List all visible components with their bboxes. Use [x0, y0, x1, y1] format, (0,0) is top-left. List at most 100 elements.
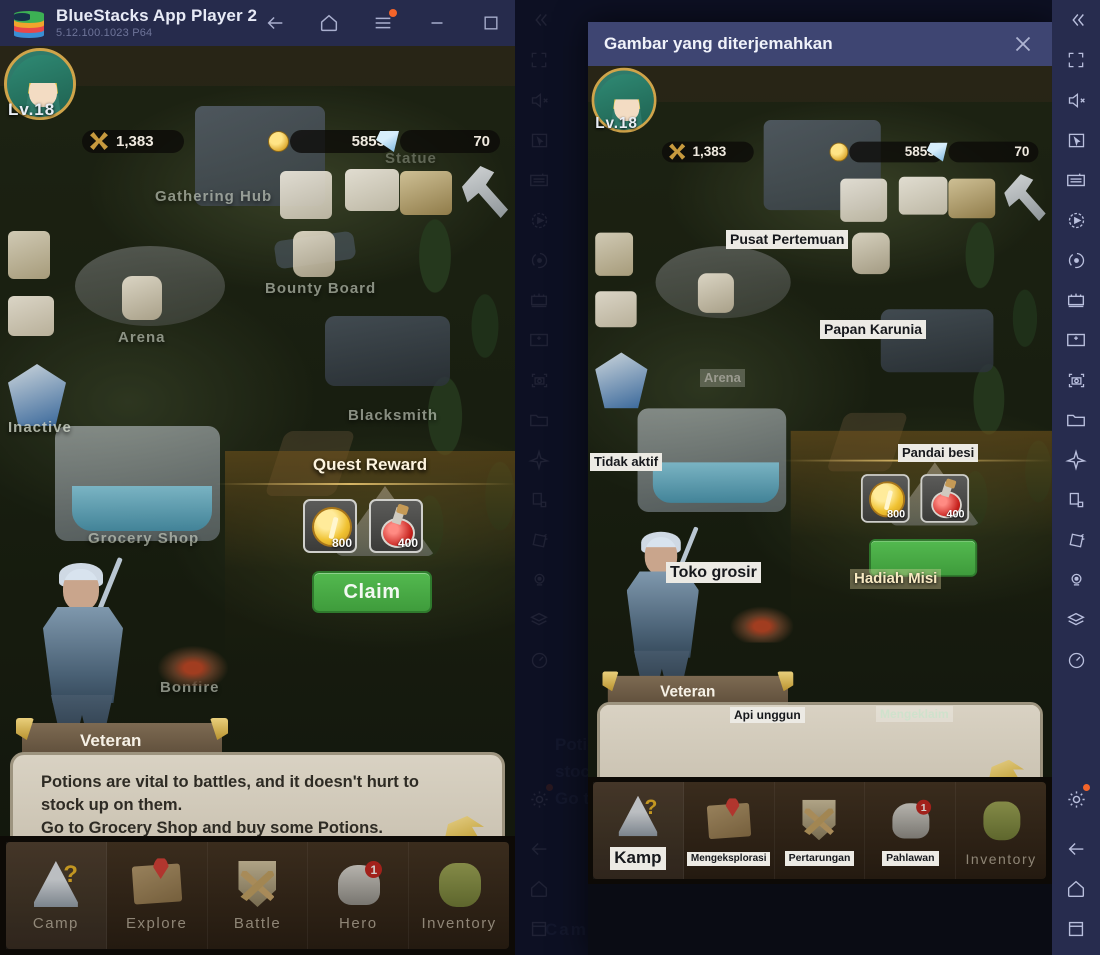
android-recent-apps-icon	[1068, 921, 1084, 937]
nav-hero-label: Hero	[339, 915, 378, 932]
gathering-hub-label[interactable]: Gathering Hub	[155, 188, 272, 205]
gem-value: 70	[473, 133, 490, 150]
bonfire-prop[interactable]	[158, 646, 228, 686]
home-button[interactable]	[316, 10, 342, 36]
nav-battle[interactable]: Battle	[208, 842, 309, 949]
backpack-icon	[431, 859, 487, 909]
media-folder-icon	[1067, 414, 1085, 427]
t-arena-lock-icon	[697, 273, 734, 313]
nav-camp[interactable]: ? Camp	[6, 842, 107, 949]
media-folder-button-right[interactable]	[1052, 400, 1100, 440]
potion-reward[interactable]: 400	[369, 499, 423, 553]
fullscreen-icon	[1068, 52, 1084, 68]
menu-button[interactable]	[370, 9, 397, 36]
minimize-icon	[431, 22, 443, 24]
android-recents-button-right[interactable]	[1052, 909, 1100, 949]
gift-box-icon[interactable]	[8, 296, 54, 336]
fullscreen-button-right[interactable]	[1052, 40, 1100, 80]
blacksmith-building[interactable]	[325, 316, 450, 386]
dialogue-box[interactable]: Potions are vital to battles, and it doe…	[10, 752, 505, 836]
map-pin-icon	[129, 858, 185, 909]
t-nav-battle-label: Pertarungan	[784, 851, 855, 866]
t-player-level: Lv.18	[595, 114, 638, 132]
player-level: Lv.18	[8, 100, 56, 119]
dialogue-next-arrow-icon[interactable]	[444, 816, 484, 836]
t-treasure-chest-icon	[948, 178, 996, 219]
t-gem-value: 70	[1014, 144, 1030, 160]
npc-body	[43, 607, 123, 703]
rotate-screen-button-right[interactable]	[1052, 480, 1100, 520]
game-viewport[interactable]: Lv.18 1,383 5855 70 Statue Gathering Hub…	[0, 46, 515, 836]
t-helmet-icon: 1	[886, 798, 935, 842]
mute-button-right[interactable]	[1052, 80, 1100, 120]
quest-divider	[215, 483, 515, 485]
t-experience-pill: 1,383	[661, 141, 754, 163]
install-apk-button-right[interactable]	[1052, 320, 1100, 360]
t-bonfire-prop	[730, 606, 794, 643]
nav-camp-label: Camp	[32, 915, 79, 932]
t-nav-inventory-label: Inventory	[965, 850, 1037, 867]
macro-button-right[interactable]	[1052, 200, 1100, 240]
camp-help-badge: ?	[63, 861, 78, 888]
shake-button-right[interactable]	[1052, 520, 1100, 560]
treasure-chest-icon[interactable]	[400, 171, 452, 215]
t-blacksmith-building	[880, 309, 994, 373]
t-scroll-quest-icon	[595, 232, 634, 276]
android-home-icon	[1067, 880, 1085, 898]
maximize-button[interactable]	[478, 10, 504, 36]
bluestacks-sidebar-right	[1052, 0, 1100, 955]
calendar-icon[interactable]	[280, 171, 332, 219]
settings-button-right[interactable]	[1052, 779, 1100, 819]
location-button-right[interactable]	[1052, 560, 1100, 600]
app-title-block: BlueStacks App Player 2 5.12.100.1023 P6…	[56, 6, 257, 40]
t-game-bottom-nav: ? Kamp Mengeksplorasi Pertarungan 1 Pahl…	[588, 777, 1052, 884]
performance-button-right[interactable]	[1052, 640, 1100, 680]
mail-icon[interactable]	[345, 169, 399, 211]
scroll-quest-icon[interactable]	[8, 231, 50, 279]
chevron-double-left-icon	[1072, 14, 1084, 26]
eco-mode-button-right[interactable]	[1052, 600, 1100, 640]
t-dialogue-box	[597, 702, 1043, 777]
blacksmith-label[interactable]: Blacksmith	[348, 407, 438, 424]
arena-label[interactable]: Arena	[118, 329, 166, 346]
install-apk-icon	[1067, 333, 1085, 347]
nav-inventory-label: Inventory	[421, 915, 497, 932]
modal-close-button[interactable]	[1010, 31, 1036, 57]
inactive-label: Inactive	[8, 419, 72, 436]
nav-hero[interactable]: 1 Hero	[308, 842, 410, 949]
nav-inventory[interactable]: Inventory	[409, 842, 509, 949]
nav-explore[interactable]: Explore	[107, 842, 208, 949]
multi-instance-manager-icon	[1067, 293, 1085, 308]
back-button[interactable]	[262, 10, 288, 36]
screenshot-camera-icon	[1068, 373, 1084, 387]
gold-reward[interactable]: 800	[303, 499, 357, 553]
game-controls-keyboard-icon	[1067, 173, 1085, 187]
t-nav-explore: Mengeksplorasi	[684, 782, 775, 879]
android-home-button-right[interactable]	[1052, 869, 1100, 909]
helmet-icon: 1	[330, 859, 386, 909]
t-grocery-awning	[652, 462, 779, 503]
close-icon	[1015, 36, 1031, 52]
dialogue-line-3: Go to Grocery Shop and buy some Potions.	[41, 818, 383, 836]
quest-rewards-list: 800 400	[303, 499, 423, 553]
minimize-button[interactable]	[424, 10, 450, 36]
android-back-button-right[interactable]	[1052, 829, 1100, 869]
bounty-board-label[interactable]: Bounty Board	[265, 280, 376, 297]
sync-operations-button-right[interactable]	[1052, 240, 1100, 280]
airplane-mode-button-right[interactable]	[1052, 440, 1100, 480]
t-crossed-swords-shield-icon	[795, 798, 844, 842]
game-controls-button-right[interactable]	[1052, 160, 1100, 200]
collapse-sidebar-button-right[interactable]	[1052, 0, 1100, 40]
pointer-mode-button-right[interactable]	[1052, 120, 1100, 160]
game-bottom-nav: ? Camp Explore Battle 1 Hero Inventory	[0, 836, 515, 955]
claim-button[interactable]: Claim	[312, 571, 432, 613]
multi-instance-button-right[interactable]	[1052, 280, 1100, 320]
speaker-name: Veteran	[80, 731, 142, 750]
grocery-shop-label[interactable]: Grocery Shop	[88, 530, 199, 547]
npc-veteran-character[interactable]	[25, 556, 145, 746]
t-gold-reward: 800	[860, 474, 910, 523]
t-speaker-name: Veteran	[660, 683, 716, 701]
t-nav-battle: Pertarungan	[775, 782, 866, 879]
screenshot-button-right[interactable]	[1052, 360, 1100, 400]
android-back-icon	[1068, 843, 1084, 855]
